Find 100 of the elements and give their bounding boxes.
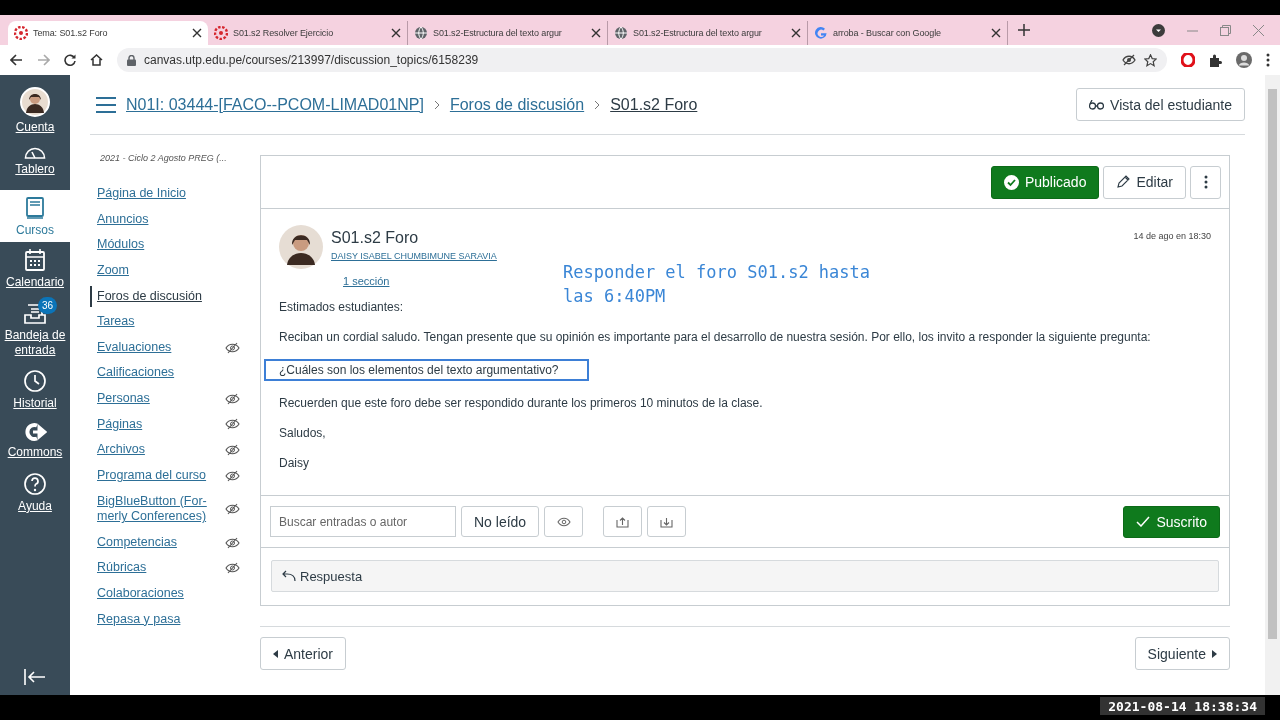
puzzle-icon[interactable] — [1209, 53, 1222, 67]
reply-button[interactable]: Respuesta — [271, 560, 1219, 592]
message-paragraph: Recuerden que este foro debe ser respondido durante los primeros 10 minutos de la clase. — [279, 395, 764, 411]
course-nav-link[interactable]: Módulos — [90, 234, 240, 256]
home-icon[interactable] — [90, 54, 103, 66]
check-circle-icon — [1003, 174, 1019, 190]
course-nav-link[interactable]: Tareas — [90, 311, 240, 333]
breadcrumb-link[interactable]: Foros de discusión — [449, 95, 585, 114]
course-nav-link[interactable]: Zoom — [90, 259, 240, 282]
post-date: 14 de ago en 18:30 — [1133, 231, 1211, 243]
nav-item[interactable]: Bandeja de entrada 36 — [0, 294, 70, 363]
canvas-logo-icon — [214, 26, 228, 40]
caret-left-icon — [273, 649, 278, 658]
message-paragraph: Daisy — [279, 455, 310, 471]
calendar-icon — [24, 248, 46, 273]
more-icon — [1203, 175, 1208, 189]
course-nav-link[interactable]: Anuncios — [90, 208, 240, 231]
nav-item[interactable]: Tablero — [0, 139, 70, 190]
close-icon[interactable] — [591, 28, 601, 38]
highlighted-question: ¿Cuáles son los elementos del texto argumentativo? — [264, 359, 589, 381]
upload-icon — [616, 515, 630, 528]
clock-icon — [23, 368, 47, 393]
nav-item[interactable]: Ayuda — [0, 465, 70, 519]
course-nav-link[interactable]: Evaluaciones — [90, 336, 240, 359]
glasses-icon — [1089, 99, 1105, 110]
back-icon[interactable] — [10, 54, 23, 66]
chevron-right-icon — [433, 99, 440, 110]
eye-icon — [556, 516, 571, 527]
course-nav-link[interactable]: BigBlueButton (For-merly Conferences) — [90, 490, 240, 528]
menu-icon[interactable] — [96, 96, 116, 113]
unread-filter-button[interactable]: No leído — [461, 506, 540, 537]
course-nav-link[interactable]: Repasa y pasa — [90, 608, 240, 631]
course-nav-link[interactable]: Competencias — [90, 531, 240, 554]
address-bar[interactable]: canvas.utp.edu.pe/courses/213997/discussion_topics/6158239 — [117, 48, 1167, 72]
close-icon[interactable] — [791, 28, 801, 38]
dashboard-icon — [24, 145, 46, 159]
opera-icon[interactable] — [1181, 53, 1195, 67]
course-nav-link[interactable]: Colaboraciones — [90, 583, 240, 605]
message-paragraph: Reciban un cordial saludo. Tengan presente que su opinión es importante para el desarrollo de nuestra sesión. Por ello, los invito a responder la siguiente pregunta: — [279, 329, 1152, 345]
subscribed-button[interactable]: Suscrito — [1123, 505, 1220, 538]
unread-count-badge: 36 — [38, 296, 58, 314]
sections-link[interactable]: 1 sección — [343, 275, 390, 287]
avatar — [20, 87, 50, 117]
browser-tab[interactable]: Tema: S01.s2 Foro — [8, 21, 208, 45]
course-nav-link[interactable]: Foros de discusión — [90, 285, 240, 308]
caret-right-icon — [1212, 649, 1217, 658]
globe-icon — [414, 26, 428, 40]
previous-button[interactable]: Anterior — [260, 637, 347, 670]
course-nav-link[interactable]: Programa del curso — [90, 464, 240, 487]
nav-item[interactable]: Cuenta — [0, 81, 70, 140]
help-icon — [23, 471, 47, 496]
course-nav-link[interactable]: Calificaciones — [90, 362, 240, 384]
nav-item[interactable]: Commons — [0, 415, 70, 466]
nav-item[interactable]: Cursos — [0, 189, 70, 243]
breadcrumb-link[interactable]: N01I: 03444-[FACO--PCOM-LIMAD01NP] — [126, 95, 424, 114]
check-icon — [1136, 516, 1151, 527]
message-paragraph: Saludos, — [279, 425, 327, 441]
plus-icon[interactable] — [1018, 24, 1030, 36]
annotation-text: Responder el foro S01.s2 hasta las 6:40PM — [563, 261, 872, 308]
search-field[interactable]: Buscar entradas o autor — [270, 506, 456, 537]
message-paragraph: Estimados estudiantes: — [279, 299, 405, 315]
book-icon — [24, 195, 46, 220]
topic-title: S01.s2 Foro — [331, 229, 420, 247]
lock-icon — [127, 54, 136, 66]
reload-icon[interactable] — [64, 54, 76, 66]
google-icon — [814, 26, 828, 40]
star-icon[interactable] — [1144, 53, 1157, 67]
mark-read-button[interactable] — [544, 506, 584, 537]
reply-icon — [282, 570, 296, 582]
avatar — [279, 225, 323, 269]
chevron-right-icon — [594, 99, 601, 110]
collapse-icon[interactable] — [24, 669, 46, 685]
close-icon[interactable] — [192, 28, 202, 38]
breadcrumb-link[interactable]: S01.s2 Foro — [610, 95, 698, 114]
author-link[interactable]: DAISY ISABEL CHUMBIMUNE SARAVIA — [331, 251, 497, 261]
close-icon[interactable] — [391, 28, 401, 38]
edit-button[interactable]: Editar — [1103, 165, 1186, 199]
term-label: 2021 - Ciclo 2 Agosto PREG (... — [99, 153, 228, 165]
course-nav-link[interactable]: Página de Inicio — [90, 183, 240, 205]
course-nav-link[interactable]: Rúbricas — [90, 557, 240, 579]
published-button[interactable]: Publicado — [990, 165, 1100, 199]
canvas-logo-icon — [14, 26, 28, 40]
dropdown-icon[interactable] — [1152, 23, 1165, 37]
nav-item[interactable]: Historial — [0, 362, 70, 416]
profile-avatar-icon[interactable] — [1236, 52, 1252, 68]
maximize-icon[interactable] — [1220, 24, 1231, 36]
eye-slash-icon[interactable] — [1122, 54, 1136, 66]
pencil-icon — [1116, 175, 1131, 189]
close-icon[interactable] — [991, 28, 1001, 38]
commons-icon — [23, 421, 47, 442]
student-view-button[interactable]: Vista del estudiante — [1076, 88, 1245, 121]
globe-icon — [614, 26, 628, 40]
more-icon[interactable] — [1266, 53, 1270, 67]
course-nav-link[interactable]: Personas — [90, 388, 240, 410]
nav-item[interactable]: Calendario — [0, 242, 70, 295]
download-icon — [660, 515, 674, 528]
course-nav-link[interactable]: Archivos — [90, 439, 240, 461]
scrollbar[interactable] — [1265, 75, 1280, 695]
next-button[interactable]: Siguiente — [1134, 637, 1230, 670]
course-nav-link[interactable]: Páginas — [90, 413, 240, 436]
